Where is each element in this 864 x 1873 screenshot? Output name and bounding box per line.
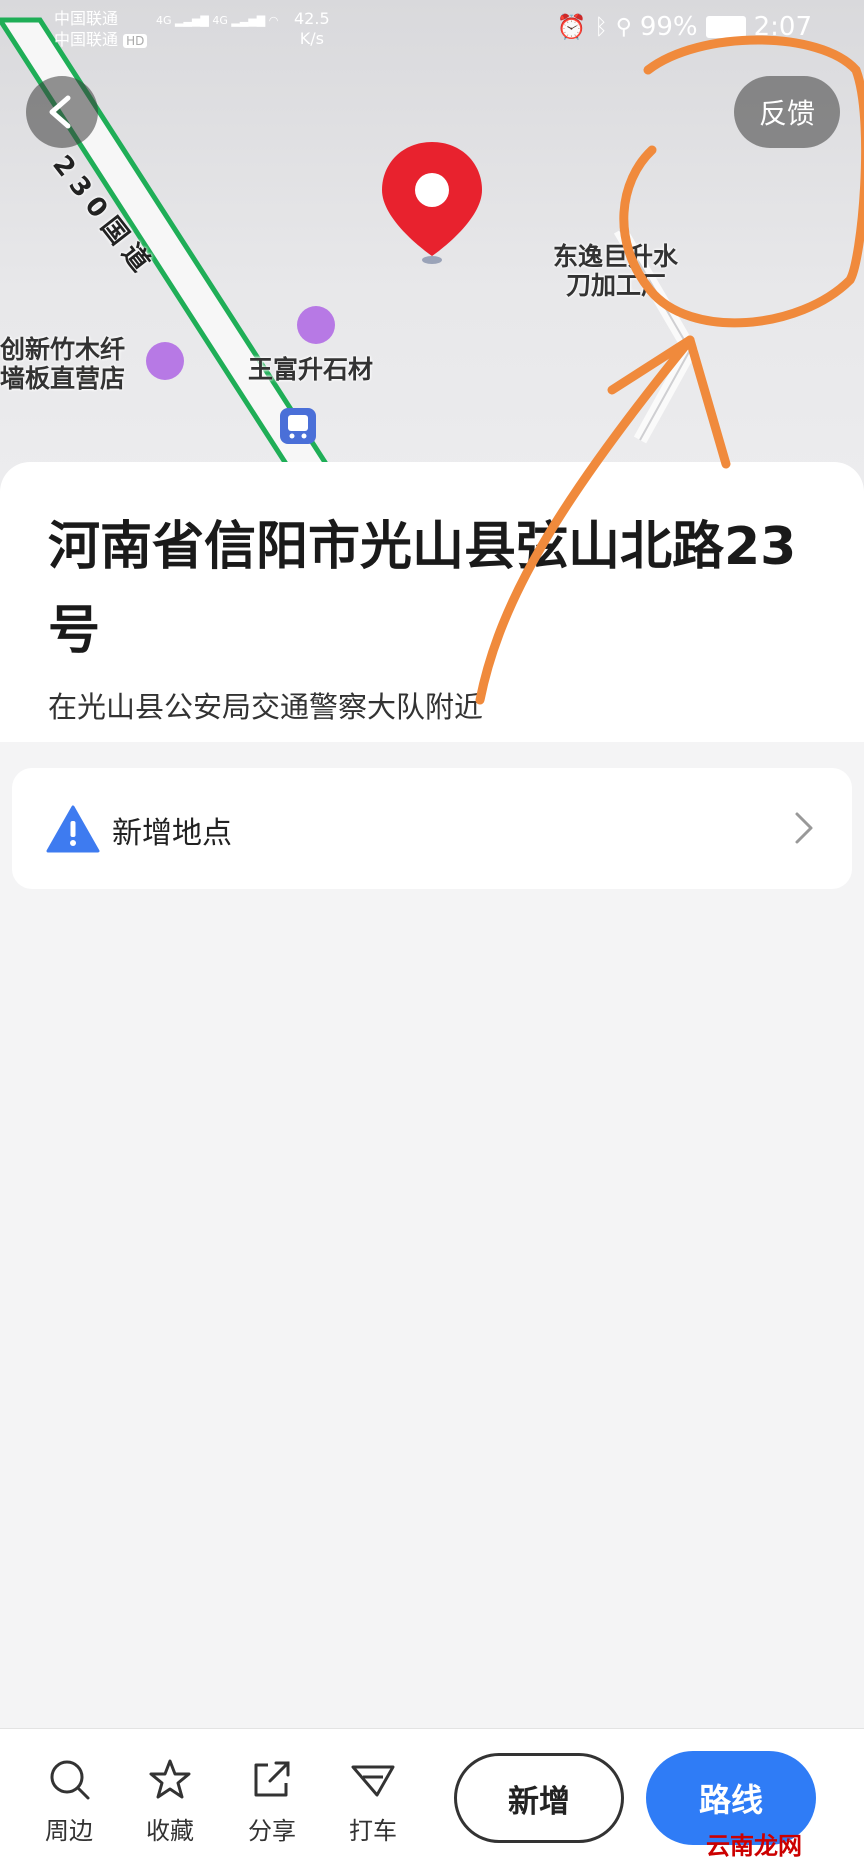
search-icon xyxy=(50,1760,90,1800)
chevron-right-icon xyxy=(795,812,813,844)
add-button[interactable]: 新增 xyxy=(454,1753,624,1843)
taxi-icon xyxy=(351,1765,395,1797)
star-icon xyxy=(149,1759,191,1799)
taxi-button[interactable]: 打车 xyxy=(338,1757,408,1846)
annotation-arrow xyxy=(475,335,731,705)
favorite-button[interactable]: 收藏 xyxy=(135,1757,205,1846)
watermark-logo: 云南龙网 xyxy=(706,1832,802,1860)
warning-icon xyxy=(46,805,100,853)
share-button[interactable]: 分享 xyxy=(237,1757,307,1846)
add-place-row[interactable]: 新增地点 xyxy=(12,768,852,889)
nearby-button[interactable]: 周边 xyxy=(34,1757,104,1846)
share-icon xyxy=(254,1761,290,1797)
add-place-label: 新增地点 xyxy=(112,816,232,851)
